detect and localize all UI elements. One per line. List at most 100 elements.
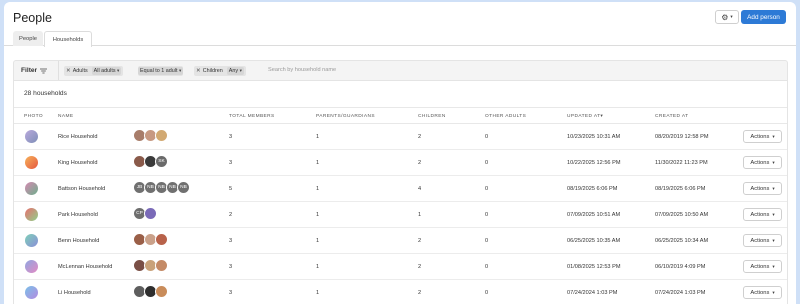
parents-cell: 1 bbox=[316, 160, 320, 166]
filter-chip-value[interactable]: All adults ▾ bbox=[91, 67, 122, 75]
filter-chip-value[interactable]: Any ▾ bbox=[226, 67, 244, 75]
avatar[interactable] bbox=[144, 207, 157, 220]
table-row[interactable]: Benn Household 3 1 2 0 06/25/2025 10:35 AM 06/… bbox=[14, 228, 787, 254]
actions-button[interactable]: Actions ▾ bbox=[743, 156, 782, 169]
updated-at-cell: 06/25/2025 10:35 AM bbox=[567, 238, 621, 244]
search-input[interactable]: Search by household name bbox=[268, 67, 336, 73]
household-name-link[interactable]: King Household bbox=[58, 160, 98, 166]
other-adults-cell: 0 bbox=[485, 134, 489, 140]
children-cell: 2 bbox=[418, 290, 422, 296]
remove-filter-icon[interactable]: ✕ bbox=[66, 68, 71, 74]
filter-chip-operator[interactable]: Equal to 1 adult ▾ bbox=[138, 66, 184, 76]
filter-bar: Filter ✕ Adults All adults ▾ Equal to 1 … bbox=[13, 60, 788, 81]
filter-chip-field: Adults bbox=[72, 68, 88, 74]
household-name-link[interactable]: Benn Household bbox=[58, 238, 99, 244]
avatar[interactable]: NB bbox=[177, 181, 190, 194]
chevron-down-icon: ▾ bbox=[730, 14, 733, 19]
actions-label: Actions bbox=[750, 289, 770, 296]
page-header: People ⚙ ▾ Add person bbox=[4, 2, 796, 32]
updated-at-cell: 08/19/2025 6:06 PM bbox=[567, 186, 618, 192]
column-header-children[interactable]: CHILDREN bbox=[418, 114, 446, 119]
column-header-other-adults[interactable]: OTHER ADULTS bbox=[485, 114, 526, 119]
actions-label: Actions bbox=[750, 159, 770, 166]
chevron-down-icon: ▾ bbox=[772, 159, 775, 165]
parents-cell: 1 bbox=[316, 134, 320, 140]
other-adults-cell: 0 bbox=[485, 212, 489, 218]
household-name-link[interactable]: Rice Household bbox=[58, 134, 98, 140]
updated-at-cell: 01/08/2025 12:53 PM bbox=[567, 264, 621, 270]
tab-people[interactable]: People bbox=[13, 31, 43, 46]
other-adults-cell: 0 bbox=[485, 290, 489, 296]
avatar[interactable] bbox=[155, 259, 168, 272]
filter-chip-value-text: All adults bbox=[93, 68, 116, 74]
avatar[interactable]: SK bbox=[155, 155, 168, 168]
chevron-down-icon: ▾ bbox=[772, 133, 775, 139]
table-row[interactable]: McLennan Household 3 1 2 0 01/08/2025 12:53 P… bbox=[14, 254, 787, 280]
sort-desc-icon: ▾ bbox=[600, 114, 604, 119]
actions-button[interactable]: Actions ▾ bbox=[743, 286, 782, 299]
parents-cell: 1 bbox=[316, 238, 320, 244]
actions-button[interactable]: Actions ▾ bbox=[743, 234, 782, 247]
table-row[interactable]: Rice Household 3 1 2 0 10/23/2025 10:31 AM 08/… bbox=[14, 124, 787, 150]
table-header: PHOTO NAME TOTAL MEMBERS PARENTS/GUARDIA… bbox=[14, 107, 787, 124]
table-row[interactable]: Battson Household JB NB NB NB NB 5 1 4 0 08/19/202… bbox=[14, 176, 787, 202]
created-at-cell: 07/09/2025 10:50 AM bbox=[655, 212, 709, 218]
column-header-parents[interactable]: PARENTS/GUARDIANS bbox=[316, 114, 375, 119]
other-adults-cell: 0 bbox=[485, 264, 489, 270]
household-name-link[interactable]: Battson Household bbox=[58, 186, 105, 192]
column-header-created-at[interactable]: CREATED AT bbox=[655, 114, 688, 119]
chevron-down-icon: ▾ bbox=[117, 68, 120, 73]
filter-chip-children[interactable]: ✕ Children Any ▾ bbox=[194, 66, 246, 76]
updated-at-cell: 07/24/2024 1:03 PM bbox=[567, 290, 618, 296]
actions-label: Actions bbox=[750, 237, 770, 244]
created-at-cell: 07/24/2024 1:03 PM bbox=[655, 290, 706, 296]
created-at-cell: 08/20/2019 12:58 PM bbox=[655, 134, 709, 140]
table-row[interactable]: Li Household 3 1 2 0 07/24/2024 1:03 PM 07/24/… bbox=[14, 280, 787, 304]
total-members-cell: 3 bbox=[229, 238, 233, 244]
settings-button[interactable]: ⚙ ▾ bbox=[715, 10, 739, 24]
household-photo bbox=[25, 182, 38, 195]
household-photo bbox=[25, 286, 38, 299]
column-header-updated-at[interactable]: UPDATED AT▾ bbox=[567, 114, 603, 119]
other-adults-cell: 0 bbox=[485, 186, 489, 192]
household-name-link[interactable]: McLennan Household bbox=[58, 264, 112, 270]
chevron-down-icon: ▾ bbox=[772, 237, 775, 243]
filter-toggle[interactable]: Filter bbox=[21, 67, 48, 74]
table-row[interactable]: King Household SK 3 1 2 0 10/22/2025 12:56 PM 1… bbox=[14, 150, 787, 176]
avatar[interactable] bbox=[155, 129, 168, 142]
chevron-down-icon: ▾ bbox=[772, 289, 775, 295]
total-members-cell: 3 bbox=[229, 134, 233, 140]
tab-bar: People Households bbox=[4, 31, 796, 47]
actions-button[interactable]: Actions ▾ bbox=[743, 260, 782, 273]
tab-households[interactable]: Households bbox=[44, 31, 92, 47]
children-cell: 2 bbox=[418, 238, 422, 244]
avatar[interactable] bbox=[155, 285, 168, 298]
household-name-link[interactable]: Park Household bbox=[58, 212, 98, 218]
actions-button[interactable]: Actions ▾ bbox=[743, 208, 782, 221]
household-photo bbox=[25, 260, 38, 273]
table-row[interactable]: Park Household CP 2 1 1 0 07/09/2025 10:51 AM 0… bbox=[14, 202, 787, 228]
remove-filter-icon[interactable]: ✕ bbox=[196, 68, 201, 74]
actions-button[interactable]: Actions ▾ bbox=[743, 130, 782, 143]
chevron-down-icon: ▾ bbox=[178, 68, 182, 73]
actions-label: Actions bbox=[750, 211, 770, 218]
filter-chip-adults[interactable]: ✕ Adults All adults ▾ bbox=[64, 66, 124, 76]
filter-chip-value[interactable]: Equal to 1 adult ▾ bbox=[138, 67, 184, 75]
actions-button[interactable]: Actions ▾ bbox=[743, 182, 782, 195]
actions-label: Actions bbox=[750, 263, 770, 270]
household-photo bbox=[25, 130, 38, 143]
add-person-button[interactable]: Add person bbox=[741, 10, 786, 24]
household-photo bbox=[25, 208, 38, 221]
column-header-name[interactable]: NAME bbox=[58, 114, 73, 119]
households-table: 28 households PHOTO NAME TOTAL MEMBERS P… bbox=[13, 81, 788, 304]
other-adults-cell: 0 bbox=[485, 160, 489, 166]
avatar[interactable] bbox=[155, 233, 168, 246]
chevron-down-icon: ▾ bbox=[772, 185, 775, 191]
page-title: People bbox=[13, 11, 52, 25]
column-header-total-members[interactable]: TOTAL MEMBERS bbox=[229, 114, 275, 119]
household-name-link[interactable]: Li Household bbox=[58, 290, 91, 296]
created-at-cell: 08/19/2025 6:06 PM bbox=[655, 186, 706, 192]
actions-label: Actions bbox=[750, 133, 770, 140]
result-count: 28 households bbox=[24, 90, 67, 97]
actions-label: Actions bbox=[750, 185, 770, 192]
